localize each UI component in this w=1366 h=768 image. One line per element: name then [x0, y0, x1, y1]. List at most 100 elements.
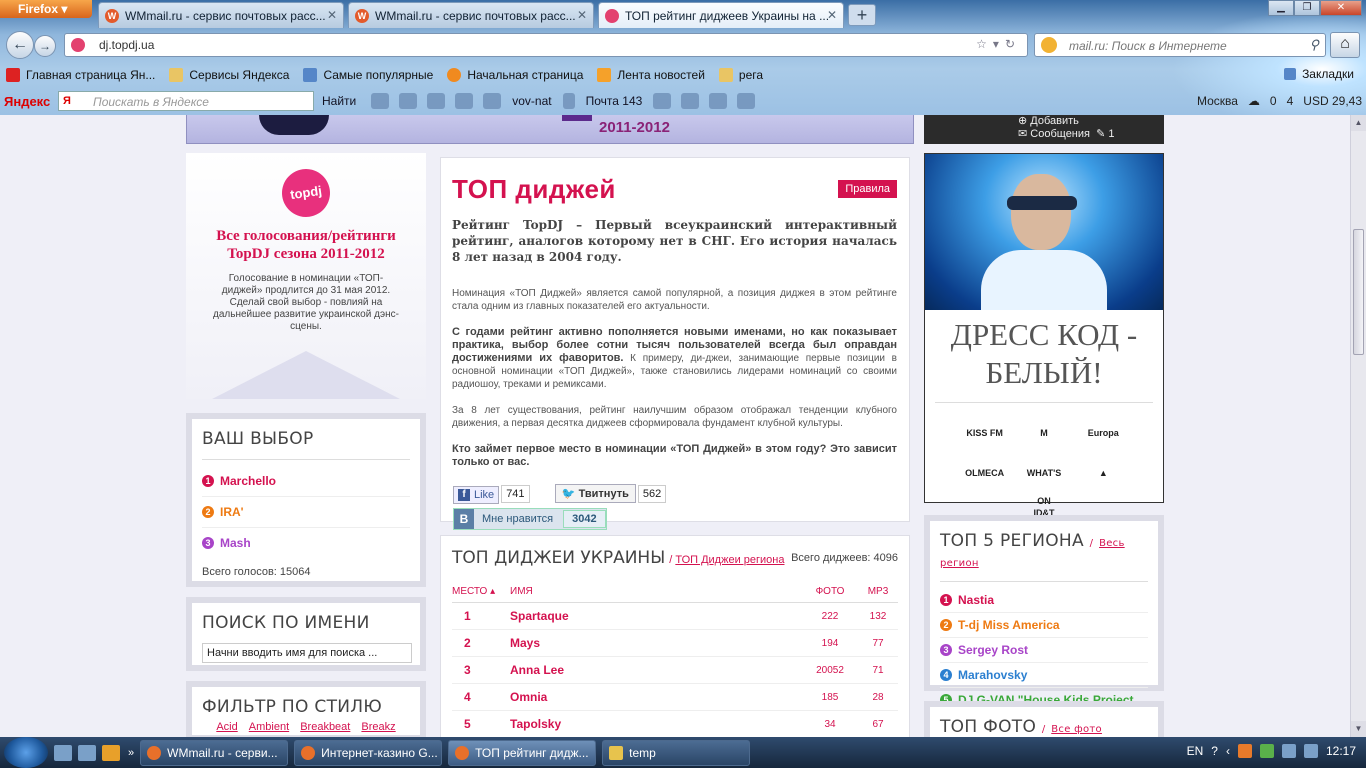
bookmarks-menu[interactable]: Закладки	[1284, 67, 1354, 81]
tab-wmmail-1[interactable]: W WMmail.ru - сервис почтовых расс... ✕	[98, 2, 344, 28]
all-photos-link[interactable]: Все фото	[1051, 724, 1102, 735]
yandex-mail[interactable]: Почта 143	[586, 94, 643, 108]
close-tab-icon[interactable]: ✕	[577, 8, 587, 22]
media-player-icon[interactable]	[102, 744, 120, 761]
yandex-search-input[interactable]: Я Поискать в Яндексе	[58, 91, 314, 111]
firefox-menu-button[interactable]: Firefox ▾	[0, 0, 92, 18]
reload-icon[interactable]: ↻	[1005, 37, 1021, 51]
tray-app-icon[interactable]	[1259, 744, 1274, 758]
volume-icon[interactable]	[1303, 744, 1318, 758]
language-indicator[interactable]: EN	[1187, 744, 1204, 758]
search-icon[interactable]: ⚲	[1309, 37, 1319, 53]
close-tab-icon[interactable]: ✕	[327, 8, 337, 22]
style-tag[interactable]: Acid	[216, 721, 237, 733]
dj-name-link[interactable]: Mays	[510, 636, 802, 650]
new-tab-button[interactable]: +	[848, 4, 876, 26]
list-item[interactable]: 2 T-dj Miss America	[940, 613, 1148, 638]
table-row[interactable]: 4 Omnia 185 28	[452, 684, 898, 711]
dj-name-link[interactable]: Spartaque	[510, 609, 802, 623]
list-item[interactable]: 4 Marahovsky	[940, 663, 1148, 688]
vk-like-button[interactable]: В Мне нравится 3042	[453, 508, 607, 530]
scroll-up-icon[interactable]: ▲	[1351, 115, 1366, 131]
voting-promo[interactable]: topdj Все голосования/рейтинги TopDJ сез…	[186, 153, 426, 399]
check-icon[interactable]	[427, 93, 446, 109]
bookmark-star-icon[interactable]: ☆	[976, 37, 993, 51]
show-desktop-icon[interactable]	[54, 744, 72, 761]
chat-icon[interactable]	[371, 93, 390, 109]
table-row[interactable]: 2 Mays 194 77	[452, 630, 898, 657]
taskbar-item[interactable]: Интернет-казино G...	[294, 739, 443, 766]
dj-name-link[interactable]: Anna Lee	[510, 663, 802, 677]
table-row[interactable]: 1 Spartaque 222 132	[452, 603, 898, 630]
list-item[interactable]: 2 IRA'	[202, 497, 410, 528]
name-search-input[interactable]	[202, 643, 412, 663]
back-button[interactable]: ←	[6, 31, 34, 59]
minimize-icon[interactable]: ▁	[1268, 0, 1294, 16]
bookmark-icon[interactable]	[653, 93, 672, 109]
sort-name-header[interactable]: ИМЯ	[510, 586, 802, 597]
advertisement-banner[interactable]: ДРЕСС КОД - БЕЛЫЙ! KISS FM M Europa OLME…	[924, 153, 1164, 518]
list-item[interactable]: 1 Marchello	[202, 466, 410, 497]
style-tag[interactable]: Breakbeat	[300, 721, 350, 733]
clock[interactable]: 12:17	[1326, 744, 1356, 758]
header-banner[interactable]: 2011-2012	[186, 115, 914, 144]
forward-button[interactable]: →	[34, 35, 56, 57]
help-icon[interactable]: ?	[1211, 744, 1218, 758]
bookmark-yandex-home[interactable]: Главная страница Ян...	[6, 68, 155, 82]
close-window-icon[interactable]: ✕	[1320, 0, 1362, 16]
currency-informer[interactable]: USD 29,43	[1303, 94, 1362, 108]
tweet-button[interactable]: 🐦 Твитнуть	[554, 484, 636, 503]
messages-link[interactable]: ✉ Сообщения ✎ 1	[1018, 128, 1164, 141]
vertical-scrollbar[interactable]: ▲ ▼	[1350, 115, 1366, 737]
explorer-icon[interactable]	[78, 744, 96, 761]
start-button[interactable]	[4, 737, 48, 768]
gear-icon[interactable]	[737, 93, 756, 109]
translate-icon[interactable]	[455, 93, 474, 109]
network-icon[interactable]	[1281, 744, 1296, 758]
tray-app-icon[interactable]	[1237, 744, 1252, 758]
weather-count[interactable]: 0	[1270, 94, 1277, 108]
table-row[interactable]: 5 Tapolsky 34 67	[452, 711, 898, 737]
notifications-count[interactable]: 4	[1287, 94, 1294, 108]
block-icon[interactable]	[399, 93, 418, 109]
site-identity-icon[interactable]	[71, 38, 85, 52]
web-search-input[interactable]: mail.ru: Поиск в Интернете ⚲	[1034, 33, 1326, 57]
maximize-icon[interactable]: ❐	[1294, 0, 1320, 16]
bookmark-rega[interactable]: рега	[718, 68, 763, 82]
add-link[interactable]: ⊕ Добавить	[1018, 115, 1164, 128]
tab-topdj[interactable]: ТОП рейтинг диджеев Украины на ... ✕	[598, 2, 844, 28]
close-tab-icon[interactable]: ✕	[827, 8, 837, 22]
sort-place-header[interactable]: МЕСТО ▴	[452, 586, 510, 597]
mailru-search-icon[interactable]	[1041, 37, 1057, 53]
home-button[interactable]: ⌂	[1330, 32, 1360, 58]
more-quicklaunch-icon[interactable]: »	[128, 747, 134, 759]
style-tag[interactable]: Ambient	[249, 721, 289, 733]
url-bar[interactable]: dj.topdj.ua ☆▾↻	[64, 33, 1028, 57]
taskbar-item[interactable]: temp	[602, 739, 751, 766]
table-row[interactable]: 3 Anna Lee 20052 71	[452, 657, 898, 684]
list-item[interactable]: 3 Sergey Rost	[940, 638, 1148, 663]
taskbar-item[interactable]: ТОП рейтинг дидж...	[448, 739, 597, 766]
dj-name-link[interactable]: Tapolsky	[510, 717, 802, 731]
bookmark-yandex-services[interactable]: Сервисы Яндекса	[169, 68, 289, 82]
settings-icon[interactable]	[681, 93, 700, 109]
yandex-user[interactable]: vov-nat	[512, 94, 551, 108]
sort-mp3-header[interactable]: MP3	[858, 586, 898, 597]
promo-title[interactable]: Все голосования/рейтинги TopDJ сезона 20…	[186, 227, 426, 263]
apps-icon[interactable]	[483, 93, 502, 109]
bookmark-start-page[interactable]: Начальная страница	[447, 68, 583, 82]
scroll-thumb[interactable]	[1353, 229, 1364, 355]
tab-wmmail-2[interactable]: W WMmail.ru - сервис почтовых расс... ✕	[348, 2, 594, 28]
sort-photo-header[interactable]: ФОТО	[802, 586, 858, 597]
style-tag[interactable]: Breakz	[361, 721, 395, 733]
taskbar-item[interactable]: WMmail.ru - серви...	[140, 739, 289, 766]
list-item[interactable]: 1 Nastia	[940, 588, 1148, 613]
yandex-find-button[interactable]: Найти	[322, 94, 356, 108]
tray-expand-icon[interactable]: ‹	[1226, 744, 1230, 758]
bookmark-news-feed[interactable]: Лента новостей	[597, 68, 705, 82]
rules-button[interactable]: Правила	[838, 180, 897, 198]
facebook-like-button[interactable]: f Like	[453, 486, 500, 504]
region-djs-link[interactable]: ТОП Диджеи региона	[675, 554, 784, 566]
yandex-logo[interactable]: Яндекс	[4, 94, 58, 109]
dj-name-link[interactable]: Omnia	[510, 690, 802, 704]
